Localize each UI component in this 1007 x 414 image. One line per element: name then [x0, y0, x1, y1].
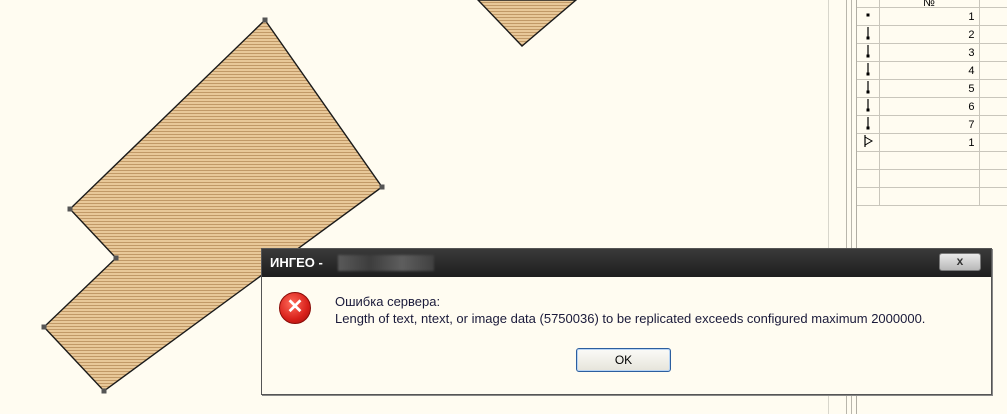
empty-row: [857, 187, 1007, 206]
vertex-handle[interactable]: [67, 206, 73, 212]
extra-cell: [979, 61, 1007, 80]
line-vertical-icon: [857, 97, 880, 116]
empty-row: [857, 169, 1007, 188]
extra-cell: [979, 133, 1007, 152]
empty-row: [857, 151, 1007, 170]
table-row[interactable]: 1: [857, 7, 1007, 26]
vertex-handle[interactable]: [101, 388, 107, 394]
table-row[interactable]: 4: [857, 61, 1007, 80]
point-icon: [857, 7, 880, 26]
error-icon: ✕: [279, 292, 311, 324]
vertex-handle[interactable]: [262, 17, 268, 23]
message-line-2: Length of text, ntext, or image data (57…: [335, 311, 926, 326]
column-header-extra: [979, 0, 1007, 8]
line-vertical-icon: [857, 43, 880, 62]
vertex-number-cell[interactable]: 1: [879, 7, 980, 26]
vertex-number-cell[interactable]: 5: [879, 79, 980, 98]
table-row[interactable]: 5: [857, 79, 1007, 98]
vertex-number-cell[interactable]: 2: [879, 25, 980, 44]
vertex-number-cell[interactable]: 4: [879, 61, 980, 80]
triangle-right-icon: [857, 133, 880, 152]
message-line-1: Ошибка сервера:: [335, 294, 441, 309]
table-row[interactable]: 3: [857, 43, 1007, 62]
vertex-number-cell[interactable]: 1: [879, 133, 980, 152]
column-header-icon: [857, 0, 880, 8]
column-header-number[interactable]: №: [879, 0, 980, 8]
extra-cell: [979, 79, 1007, 98]
ok-button[interactable]: OK: [576, 348, 671, 372]
polygon-parcel-top[interactable]: [477, 0, 578, 47]
vertex-handle[interactable]: [379, 184, 385, 190]
table-row[interactable]: 7: [857, 115, 1007, 134]
extra-cell: [979, 7, 1007, 26]
close-button[interactable]: x: [939, 253, 981, 271]
dialog-message: Ошибка сервера: Length of text, ntext, o…: [335, 293, 925, 327]
line-vertical-icon: [857, 115, 880, 134]
error-dialog: ИНГЕО - x ✕ Ошибка сервера: Length of te…: [261, 248, 992, 395]
extra-cell: [979, 25, 1007, 44]
extra-cell: [979, 97, 1007, 116]
extra-cell: [979, 43, 1007, 62]
table-row[interactable]: 1: [857, 133, 1007, 152]
line-vertical-icon: [857, 25, 880, 44]
vertex-handle[interactable]: [113, 255, 119, 261]
redacted-title-text: [338, 255, 434, 271]
line-vertical-icon: [857, 61, 880, 80]
vertex-number-cell[interactable]: 3: [879, 43, 980, 62]
dialog-title: ИНГЕО -: [270, 255, 323, 270]
table-row[interactable]: 6: [857, 97, 1007, 116]
vertex-handle[interactable]: [41, 324, 47, 330]
table-row[interactable]: 2: [857, 25, 1007, 44]
dialog-titlebar[interactable]: ИНГЕО - x: [262, 249, 991, 277]
line-vertical-icon: [857, 79, 880, 98]
vertex-number-cell[interactable]: 7: [879, 115, 980, 134]
vertex-number-cell[interactable]: 6: [879, 97, 980, 116]
extra-cell: [979, 115, 1007, 134]
